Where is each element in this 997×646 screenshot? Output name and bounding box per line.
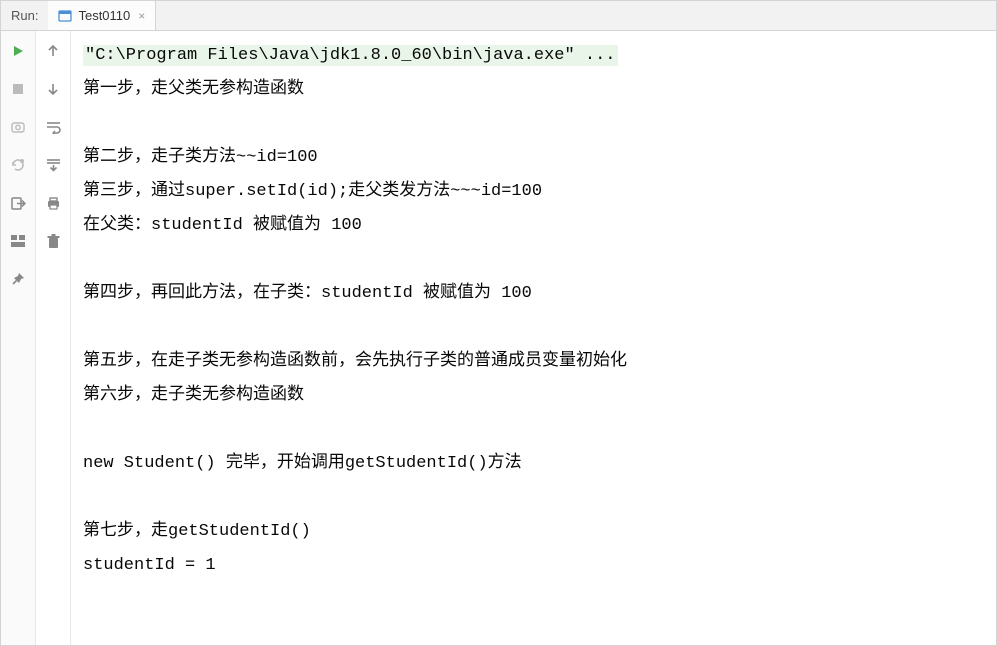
console-line: 第五步，在走子类无参构造函数前，会先执行子类的普通成员变量初始化 (83, 352, 627, 371)
console-line: 在父类：studentId 被赋值为 100 (83, 216, 362, 235)
exit-button[interactable] (8, 193, 28, 213)
console-line: new Student() 完毕，开始调用getStudentId()方法 (83, 454, 522, 473)
dump-threads-button[interactable] (8, 117, 28, 137)
print-button[interactable] (43, 193, 63, 213)
restart-button[interactable] (8, 155, 28, 175)
scroll-to-end-button[interactable] (43, 155, 63, 175)
up-button[interactable] (43, 41, 63, 61)
clear-button[interactable] (43, 231, 63, 251)
application-icon (58, 9, 72, 23)
soft-wrap-button[interactable] (43, 117, 63, 137)
pin-button[interactable] (8, 269, 28, 289)
console-line: 第三步，通过super.setId(id);走父类发方法~~~id=100 (83, 182, 542, 201)
run-tool-window-header: Run: Test0110 × (1, 1, 996, 31)
command-line: "C:\Program Files\Java\jdk1.8.0_60\bin\j… (83, 45, 618, 66)
tab-label: Test0110 (78, 8, 130, 23)
run-label: Run: (1, 8, 48, 23)
run-tab[interactable]: Test0110 × (48, 1, 156, 30)
console-output[interactable]: "C:\Program Files\Java\jdk1.8.0_60\bin\j… (71, 31, 996, 645)
stop-button[interactable] (8, 79, 28, 99)
console-line: studentId = 1 (83, 556, 216, 575)
left-gutter-primary (1, 31, 36, 645)
console-line: 第二步，走子类方法~~id=100 (83, 148, 318, 167)
console-line: 第四步，再回此方法，在子类：studentId 被赋值为 100 (83, 284, 532, 303)
console-line: 第一步，走父类无参构造函数 (83, 80, 304, 99)
run-body: "C:\Program Files\Java\jdk1.8.0_60\bin\j… (1, 31, 996, 645)
layout-button[interactable] (8, 231, 28, 251)
run-button[interactable] (8, 41, 28, 61)
close-tab-icon[interactable]: × (136, 9, 145, 23)
console-line: 第七步，走getStudentId() (83, 522, 311, 541)
left-gutter-secondary (36, 31, 71, 645)
down-button[interactable] (43, 79, 63, 99)
console-line: 第六步，走子类无参构造函数 (83, 386, 304, 405)
